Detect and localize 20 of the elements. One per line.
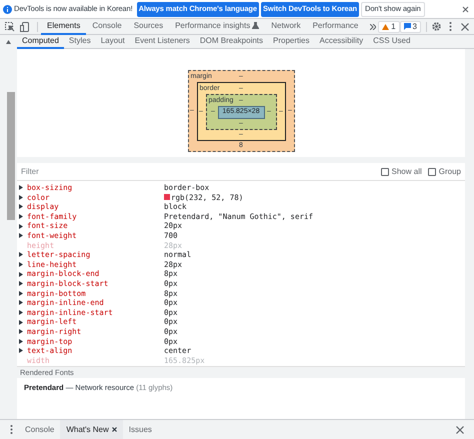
warnings-badge[interactable]: 1 bbox=[378, 20, 400, 32]
sidebar-tab[interactable]: Event Listeners bbox=[130, 34, 195, 48]
panel-tab[interactable]: Performance insights bbox=[169, 18, 266, 34]
panel-tab[interactable]: Console bbox=[86, 18, 128, 34]
sidebar-tab[interactable]: DOM Breakpoints bbox=[194, 34, 268, 48]
checkbox-label[interactable]: Group bbox=[438, 166, 461, 178]
drawer-tab[interactable]: Console bbox=[19, 420, 60, 439]
sidebar-tab[interactable]: Accessibility bbox=[314, 34, 368, 48]
filter-field[interactable]: Filter bbox=[21, 166, 375, 178]
sidebar-tab[interactable]: Layout bbox=[96, 34, 130, 48]
checkbox-label[interactable]: Show all bbox=[392, 166, 422, 178]
messages-badge[interactable]: 3 bbox=[400, 20, 421, 32]
panel-tab[interactable]: Performance bbox=[306, 18, 364, 34]
drawer-tab[interactable]: What's New bbox=[60, 420, 123, 439]
panel-tab[interactable]: Sources bbox=[128, 18, 170, 34]
sidebar-tab[interactable]: CSS Used bbox=[368, 34, 416, 48]
drawer-tab[interactable]: Issues bbox=[122, 420, 158, 439]
sidebar-tab[interactable]: Styles bbox=[64, 34, 96, 48]
panel-tab[interactable]: Network bbox=[265, 18, 307, 34]
sidebar-tab[interactable]: Properties bbox=[268, 34, 314, 48]
